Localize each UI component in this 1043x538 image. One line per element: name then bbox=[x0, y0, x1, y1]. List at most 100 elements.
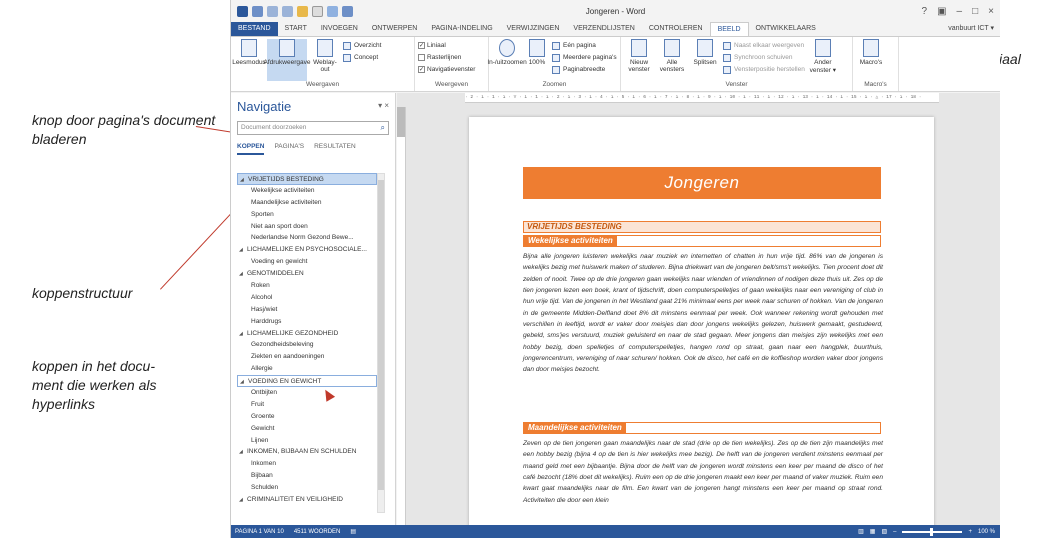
document-page[interactable]: Jongeren VRIJETIJDS BESTEDING Wekelijkse… bbox=[469, 117, 934, 537]
close-button[interactable]: × bbox=[988, 6, 994, 17]
nav-heading-item[interactable]: ◢ VRIJETIJDS BESTEDING bbox=[237, 173, 377, 185]
print-layout-status-icon[interactable]: ▦ bbox=[870, 528, 876, 535]
undo-icon[interactable] bbox=[267, 5, 278, 17]
macros-button[interactable]: Macro's bbox=[856, 39, 886, 81]
restore-button[interactable]: □ bbox=[972, 6, 978, 17]
save-as-icon[interactable] bbox=[342, 5, 353, 17]
nav-heading-item[interactable]: Schulden bbox=[237, 482, 377, 494]
collapse-triangle-icon[interactable]: ◢ bbox=[239, 245, 247, 256]
word-count[interactable]: 4511 WOORDEN bbox=[294, 529, 341, 535]
collapse-triangle-icon[interactable]: ◢ bbox=[240, 377, 248, 386]
search-icon[interactable]: ⌕ bbox=[381, 123, 385, 133]
tab-ontwikkelaars[interactable]: ONTWIKKELAARS bbox=[749, 22, 823, 36]
tab-start[interactable]: START bbox=[278, 22, 314, 36]
meerdere-paginas-button[interactable]: Meerdere pagina's bbox=[552, 52, 617, 63]
collapse-triangle-icon[interactable]: ◢ bbox=[239, 495, 247, 506]
zoom-level[interactable]: 100 % bbox=[978, 529, 995, 535]
zoom-slider[interactable] bbox=[902, 527, 963, 536]
nav-heading-item[interactable]: Gezondheidsbeleving bbox=[237, 339, 377, 351]
redo-icon[interactable] bbox=[282, 5, 293, 17]
nav-heading-item[interactable]: Harddrugs bbox=[237, 316, 377, 328]
collapse-triangle-icon[interactable]: ◢ bbox=[239, 447, 247, 458]
print-preview-icon[interactable] bbox=[327, 5, 338, 17]
nav-heading-item[interactable]: ◢ LICHAMELIJKE EN PSYCHOSOCIALE... bbox=[237, 244, 377, 256]
page-indicator[interactable]: PAGINA 1 VAN 10 bbox=[235, 529, 284, 535]
vensterpositie-button[interactable]: Vensterpositie herstellen bbox=[723, 64, 805, 75]
nav-scrollbar[interactable] bbox=[377, 173, 385, 513]
tab-bestand[interactable]: BESTAND bbox=[231, 22, 278, 36]
alle-vensters-button[interactable]: Alle vensters bbox=[657, 39, 687, 81]
nav-heading-item[interactable]: ◢ GENOTMIDDELEN bbox=[237, 268, 377, 280]
zoom-100-button[interactable]: 100% bbox=[525, 39, 549, 81]
nav-heading-item[interactable]: Voeding en gewicht bbox=[237, 256, 377, 268]
nav-heading-item[interactable]: ◢ VOEDING EN GEWICHT bbox=[237, 375, 377, 388]
ander-venster-button[interactable]: Ander venster ▾ bbox=[808, 39, 838, 81]
tab-controleren[interactable]: CONTROLEREN bbox=[642, 22, 710, 36]
zoom-button[interactable]: In-/uitzoomen bbox=[487, 39, 527, 81]
nav-heading-item[interactable]: Lijnen bbox=[237, 435, 377, 447]
collapse-triangle-icon[interactable]: ◢ bbox=[239, 329, 247, 340]
tab-verwijzingen[interactable]: VERWIJZINGEN bbox=[500, 22, 567, 36]
web-layout-status-icon[interactable]: ▧ bbox=[881, 528, 887, 535]
nav-heading-item[interactable]: Bijbaan bbox=[237, 470, 377, 482]
nav-heading-item[interactable]: Inkomen bbox=[237, 458, 377, 470]
zoom-out-button[interactable]: – bbox=[893, 529, 896, 535]
nav-heading-item[interactable]: Maandelijkse activiteiten bbox=[237, 197, 377, 209]
nav-heading-item[interactable]: Gewicht bbox=[237, 423, 377, 435]
help-button[interactable]: ? bbox=[922, 6, 928, 17]
nav-heading-item[interactable]: Wekelijkse activiteiten bbox=[237, 185, 377, 197]
afdrukweergave-button[interactable]: Afdrukweergave bbox=[264, 39, 311, 81]
nieuw-venster-button[interactable]: Nieuw venster bbox=[624, 39, 654, 81]
nav-heading-item[interactable]: ◢ CRIMINALITEIT EN VEILIGHEID bbox=[237, 494, 377, 506]
nav-heading-item[interactable]: Niet aan sport doen bbox=[237, 221, 377, 233]
een-pagina-button[interactable]: Eén pagina bbox=[552, 40, 617, 51]
nav-heading-item[interactable]: Hasj/wiet bbox=[237, 304, 377, 316]
nav-heading-item[interactable]: ◢ LICHAMELIJKE GEZONDHEID bbox=[237, 328, 377, 340]
concept-button[interactable]: Concept bbox=[343, 52, 381, 63]
naast-elkaar-button[interactable]: Naast elkaar weergeven bbox=[723, 40, 805, 51]
navigatievenster-checkbox[interactable]: ✓ Navigatievenster bbox=[418, 64, 475, 75]
minimize-button[interactable]: – bbox=[957, 6, 963, 17]
tab-resultaten[interactable]: RESULTATEN bbox=[314, 143, 356, 159]
nav-heading-item[interactable]: Fruit bbox=[237, 399, 377, 411]
tab-paginas[interactable]: PAGINA'S bbox=[274, 143, 304, 159]
tab-ontwerpen[interactable]: ONTWERPEN bbox=[365, 22, 425, 36]
nav-pane-controls[interactable]: ▾ × bbox=[378, 101, 389, 110]
leesmodus-button[interactable]: Leesmodus bbox=[232, 39, 266, 81]
read-mode-status-icon[interactable]: ▥ bbox=[858, 528, 864, 535]
horizontal-ruler[interactable]: · 2 · ı · 1 · ı · ▽ · ı · 1 · ı · 2 · ı … bbox=[465, 93, 939, 103]
zoom-in-button[interactable]: + bbox=[968, 529, 972, 535]
proofing-icon[interactable]: ▤ bbox=[350, 528, 356, 535]
tab-beeld[interactable]: BEELD bbox=[709, 22, 749, 36]
nav-heading-item[interactable]: Ontbijten bbox=[237, 387, 377, 399]
nav-heading-item[interactable]: Sporten bbox=[237, 209, 377, 221]
scroll-thumb[interactable] bbox=[378, 180, 384, 490]
open-folder-icon[interactable] bbox=[297, 5, 308, 17]
nav-heading-item[interactable]: Groente bbox=[237, 411, 377, 423]
nav-heading-item[interactable]: Ziekten en aandoeningen bbox=[237, 351, 377, 363]
paginabreedte-button[interactable]: Paginabreedte bbox=[552, 64, 617, 75]
tab-invoegen[interactable]: INVOEGEN bbox=[314, 22, 365, 36]
tab-koppen[interactable]: KOPPEN bbox=[237, 143, 265, 155]
ribbon-display-icon[interactable]: ▣ bbox=[937, 6, 946, 17]
weblay-out-button[interactable]: Weblay-out bbox=[310, 39, 340, 81]
rasterlijnen-checkbox[interactable]: Rasterlijnen bbox=[418, 52, 475, 63]
overzicht-button[interactable]: Overzicht bbox=[343, 40, 381, 51]
nav-heading-item[interactable]: Alcohol bbox=[237, 292, 377, 304]
save-icon[interactable] bbox=[252, 5, 263, 17]
liniaal-checkbox[interactable]: ✓ Liniaal bbox=[418, 40, 475, 51]
nav-heading-item[interactable]: Roken bbox=[237, 280, 377, 292]
nav-heading-item[interactable]: Nederlandse Norm Gezond Bewe... bbox=[237, 232, 377, 244]
user-account[interactable]: vanbuurt ICT ▾ bbox=[948, 22, 1000, 36]
collapse-triangle-icon[interactable]: ◢ bbox=[239, 269, 247, 280]
nav-search-input[interactable]: Document doorzoeken ⌕ bbox=[237, 121, 389, 135]
new-document-icon[interactable] bbox=[312, 5, 323, 17]
nav-heading-item[interactable]: ◢ INKOMEN, BIJBAAN EN SCHULDEN bbox=[237, 446, 377, 458]
synchroon-schuiven-button[interactable]: Synchroon schuiven bbox=[723, 52, 805, 63]
collapse-triangle-icon[interactable]: ◢ bbox=[240, 175, 248, 184]
splitsen-button[interactable]: Splitsen bbox=[690, 39, 720, 81]
tab-pagina-indeling[interactable]: PAGINA-INDELING bbox=[424, 22, 499, 36]
vertical-ruler[interactable] bbox=[397, 107, 406, 525]
nav-heading-item[interactable]: Allergie bbox=[237, 363, 377, 375]
tab-verzendlijsten[interactable]: VERZENDLIJSTEN bbox=[566, 22, 641, 36]
